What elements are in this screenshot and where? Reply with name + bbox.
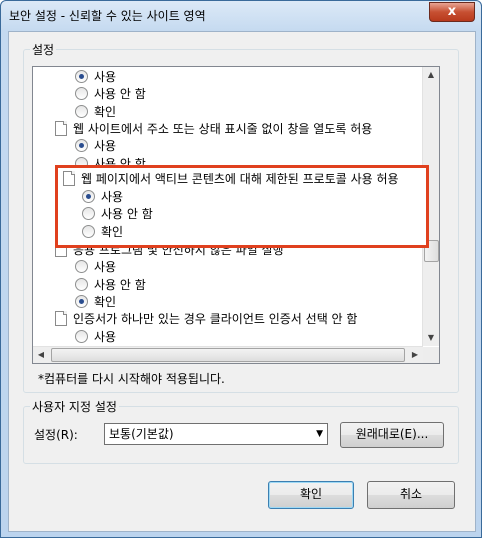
setting-option-radio[interactable]: 사용 [75, 259, 116, 276]
scroll-left-arrow-icon[interactable]: ◀ [33, 347, 49, 363]
radio-unchecked-icon[interactable] [75, 329, 88, 343]
setting-label: 확인 [94, 104, 117, 119]
setting-label: 사용 안 함 [94, 277, 146, 292]
setting-label: 사용 [94, 260, 117, 275]
document-icon [55, 120, 67, 136]
setting-option-radio[interactable]: 확인 [75, 294, 116, 311]
document-icon [63, 171, 75, 186]
radio-checked-icon[interactable] [82, 189, 95, 203]
setting-label: 확인 [94, 294, 117, 309]
ok-button[interactable]: 확인 [268, 481, 354, 509]
radio-checked-icon[interactable] [75, 294, 88, 308]
setting-label: 인증서가 하나만 있는 경우 클라이언트 인증서 선택 안 함 [73, 312, 358, 327]
radio-checked-icon[interactable] [75, 139, 88, 153]
radio-unchecked-icon[interactable] [75, 277, 88, 291]
highlighted-option-radio[interactable]: 확인 [82, 224, 123, 241]
close-button[interactable]: x [429, 2, 475, 22]
settings-group-legend: 설정 [32, 43, 55, 57]
setting-option-radio[interactable]: 사용 [75, 69, 116, 86]
restart-note: *컴퓨터를 다시 시작해야 적용됩니다. [38, 372, 225, 386]
preset-dropdown[interactable]: 보통(기본값) ▼ [104, 423, 328, 445]
setting-label: 사용 [94, 70, 117, 84]
highlight-box: 웹 페이지에서 액티브 콘텐츠에 대해 제한된 프로토콜 사용 허용사용사용 안… [55, 165, 429, 248]
horizontal-scrollbar[interactable]: ◀ ▶ [33, 346, 423, 363]
highlighted-category-item[interactable]: 웹 페이지에서 액티브 콘텐츠에 대해 제한된 프로토콜 사용 허용 [63, 171, 399, 188]
radio-checked-icon[interactable] [75, 70, 88, 83]
setting-option-radio[interactable]: 확인 [75, 104, 116, 121]
radio-unchecked-icon[interactable] [82, 207, 95, 220]
setting-label: 웹 사이트에서 주소 또는 상태 표시줄 없이 창을 열도록 허용 [73, 121, 373, 136]
scrollbar-corner [423, 347, 439, 363]
highlighted-label: 사용 안 함 [101, 207, 153, 221]
highlighted-label: 확인 [101, 224, 124, 239]
scroll-right-arrow-icon[interactable]: ▶ [407, 347, 423, 363]
radio-unchecked-icon[interactable] [75, 260, 88, 274]
setting-option-radio[interactable]: 사용 [75, 138, 116, 155]
radio-unchecked-icon[interactable] [75, 104, 88, 118]
window-title: 보안 설정 - 신뢰할 수 있는 사이트 영역 [9, 9, 206, 23]
radio-unchecked-icon[interactable] [82, 224, 95, 238]
settings-label: 설정(R): [34, 428, 78, 442]
title-bar: 보안 설정 - 신뢰할 수 있는 사이트 영역 x [1, 1, 481, 31]
reset-button[interactable]: 원래대로(E)... [340, 422, 444, 448]
setting-option-radio[interactable]: 사용 [75, 329, 116, 346]
setting-category-item[interactable]: 웹 사이트에서 주소 또는 상태 표시줄 없이 창을 열도록 허용 [55, 120, 373, 138]
cancel-button[interactable]: 취소 [367, 481, 455, 509]
setting-option-radio[interactable]: 사용 안 함 [75, 277, 146, 294]
setting-option-radio[interactable]: 사용 안 함 [75, 86, 146, 103]
setting-category-item[interactable]: 인증서가 하나만 있는 경우 클라이언트 인증서 선택 안 함 [55, 311, 357, 328]
setting-label: 사용 [94, 139, 117, 154]
setting-label: 사용 안 함 [94, 87, 146, 102]
highlighted-label: 웹 페이지에서 액티브 콘텐츠에 대해 제한된 프로토콜 사용 허용 [81, 172, 399, 186]
custom-group-legend: 사용자 지정 설정 [32, 400, 117, 414]
highlighted-option-radio[interactable]: 사용 안 함 [82, 206, 153, 223]
scroll-up-arrow-icon[interactable]: ▲ [423, 67, 439, 83]
horizontal-scroll-thumb[interactable] [51, 348, 405, 362]
highlighted-label: 사용 [101, 189, 124, 204]
preset-dropdown-value: 보통(기본값) [109, 427, 174, 441]
highlighted-option-radio[interactable]: 사용 [82, 189, 123, 206]
scroll-down-arrow-icon[interactable]: ▼ [423, 330, 439, 346]
setting-label: 사용 [94, 329, 117, 344]
dropdown-arrow-icon: ▼ [316, 429, 323, 439]
document-icon [55, 311, 67, 327]
radio-unchecked-icon[interactable] [75, 87, 88, 101]
